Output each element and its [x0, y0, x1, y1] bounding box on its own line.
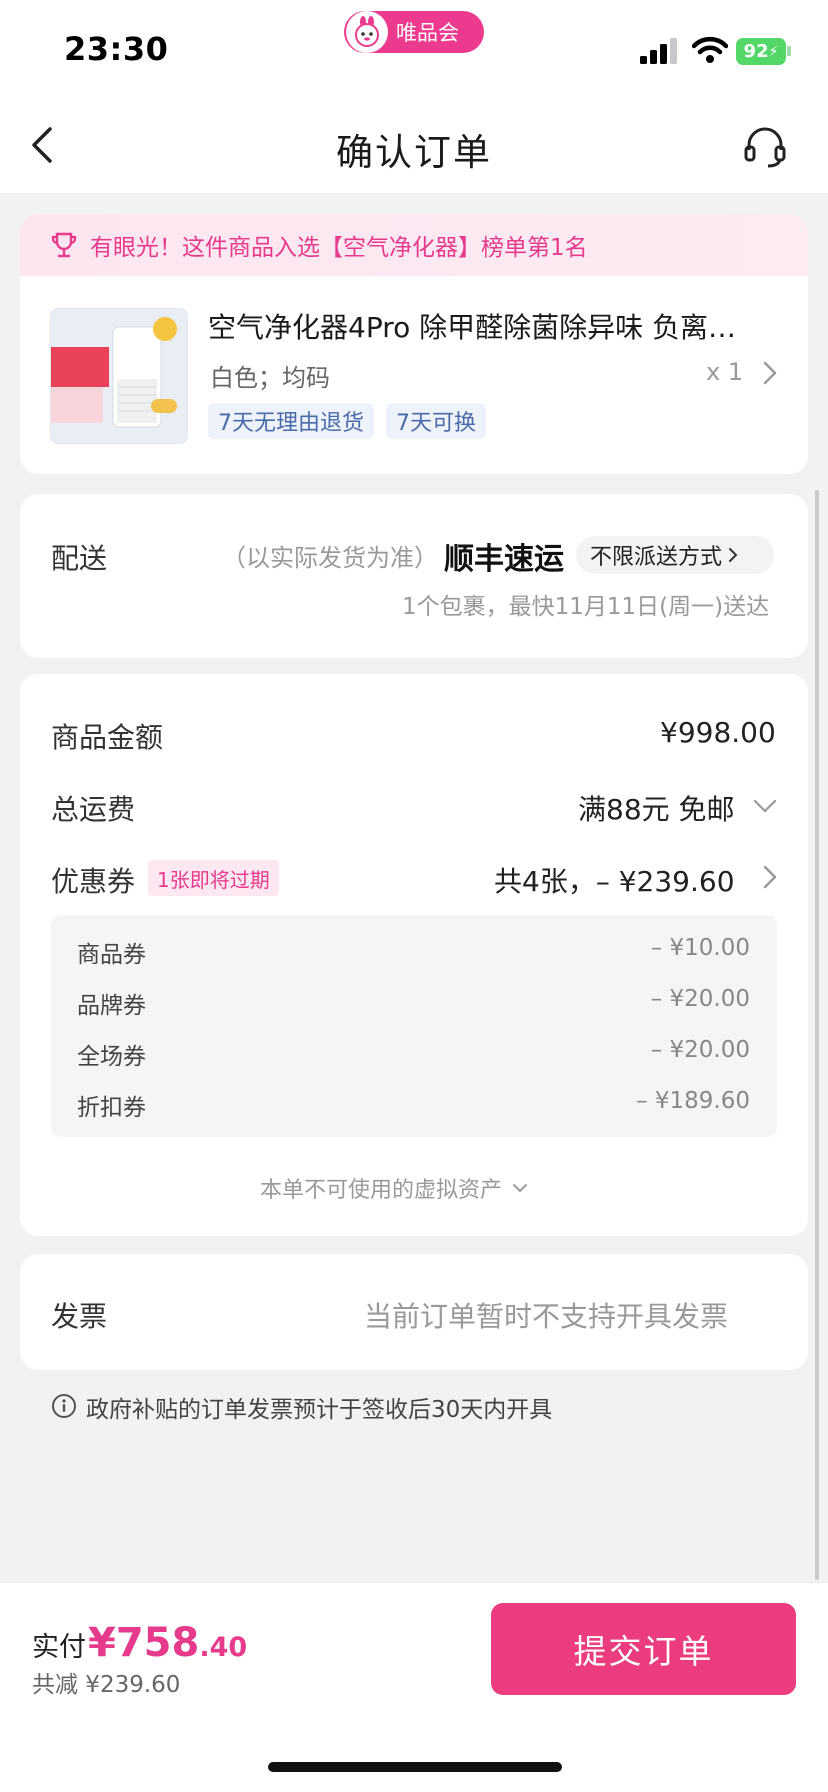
tag-7day-exchange: 7天可换	[386, 403, 486, 439]
chevron-down-icon	[513, 1184, 528, 1193]
virtual-assets-label: 本单不可使用的虚拟资产	[260, 1178, 503, 1203]
chevron-down-icon[interactable]	[752, 798, 778, 814]
chevron-right-icon	[729, 548, 738, 562]
customer-service-headset-icon[interactable]	[742, 124, 788, 170]
page-title: 确认订单	[336, 131, 492, 174]
invoice-value: 当前订单暂时不支持开具发票	[364, 1300, 729, 1333]
scrollbar[interactable]	[815, 490, 819, 1580]
tag-7day-return: 7天无理由退货	[208, 403, 374, 439]
product-name[interactable]: 空气净化器4Pro 除甲醛除菌除异味 负离…	[208, 306, 774, 346]
shipping-label: 总运费	[51, 793, 136, 826]
coupon-row-name: 全场券	[77, 1044, 146, 1070]
goods-amount-label: 商品金额	[51, 721, 164, 754]
coupon-expiring-badge: 1张即将过期	[148, 860, 279, 896]
ranking-banner[interactable]: 有眼光！这件商品入选【空气净化器】榜单第1名	[20, 214, 808, 276]
brand-mascot-icon	[346, 11, 388, 53]
trophy-icon	[51, 232, 77, 258]
delivery-method-label: 不限派送方式	[590, 545, 723, 570]
chevron-right-icon[interactable]	[762, 360, 778, 386]
coupon-row-name: 折扣券	[77, 1095, 146, 1121]
pay-amount-integer: ¥758	[88, 1620, 200, 1666]
coupon-total-value[interactable]: 共4张，– ¥239.60	[494, 860, 735, 900]
delivery-card	[20, 494, 808, 658]
wifi-icon	[692, 36, 728, 63]
delivery-label: 配送	[51, 542, 108, 575]
brand-name: 唯品会	[396, 21, 459, 45]
invoice-notice: 政府补贴的订单发票预计于签收后30天内开具	[86, 1397, 553, 1423]
battery-level: 92	[743, 41, 769, 62]
brand-pill: 唯品会	[344, 11, 484, 53]
invoice-label: 发票	[51, 1300, 108, 1333]
coupon-row-name: 商品券	[77, 942, 146, 968]
delivery-estimate: 1个包裹，最快11月11日(周一)送达	[402, 594, 770, 620]
coupon-row-amount: – ¥189.60	[636, 1088, 750, 1114]
info-icon	[52, 1394, 76, 1418]
battery-icon: 92 ⚡	[736, 38, 786, 65]
product-image[interactable]	[50, 308, 188, 444]
product-spec: 白色；均码	[210, 364, 330, 392]
delivery-method-button[interactable]: 不限派送方式	[576, 536, 774, 574]
delivery-note: （以实际发货为准）	[222, 544, 438, 572]
virtual-assets-toggle[interactable]: 本单不可使用的虚拟资产	[260, 1172, 528, 1204]
pay-label: 实付	[32, 1632, 86, 1663]
product-quantity: x 1	[706, 358, 744, 386]
goods-amount-value: ¥998.00	[660, 716, 776, 749]
pay-amount: 实付 ¥758 .40	[32, 1620, 247, 1666]
coupon-row-amount: – ¥10.00	[650, 935, 750, 961]
coupon-row-name: 品牌券	[77, 993, 146, 1019]
total-saved: 共减 ¥239.60	[32, 1672, 181, 1698]
shipping-value[interactable]: 满88元 免邮	[578, 788, 735, 828]
cellular-signal-icon	[640, 38, 677, 64]
ranking-banner-text: 有眼光！这件商品入选【空气净化器】榜单第1名	[90, 235, 588, 261]
coupon-label: 优惠券	[51, 865, 136, 898]
status-time: 23:30	[64, 30, 169, 68]
delivery-carrier: 顺丰速运	[444, 542, 564, 577]
coupon-row-amount: – ¥20.00	[650, 1037, 750, 1063]
home-indicator	[268, 1762, 562, 1772]
battery-cap	[787, 46, 791, 56]
coupon-row-amount: – ¥20.00	[650, 986, 750, 1012]
chevron-right-icon[interactable]	[762, 864, 778, 890]
pay-amount-decimal: .40	[199, 1632, 248, 1663]
submit-order-button[interactable]: 提交订单	[491, 1603, 796, 1695]
